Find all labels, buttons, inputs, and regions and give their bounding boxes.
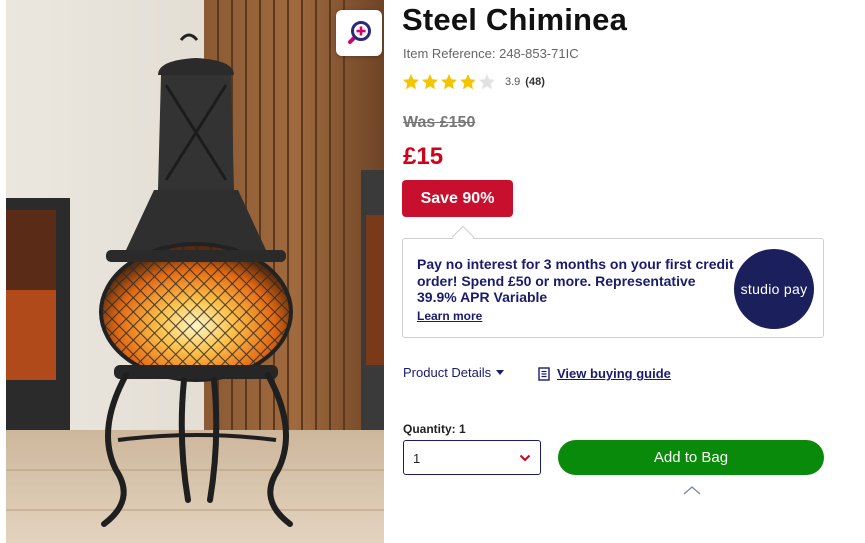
product-rating[interactable]: 3.9 (48)	[402, 73, 545, 91]
credit-promo-box: Pay no interest for 3 months on your fir…	[402, 238, 824, 338]
star-icon	[422, 74, 438, 90]
rating-count[interactable]: (48)	[525, 76, 545, 88]
product-details-label: Product Details	[403, 365, 492, 380]
star-icon	[460, 74, 476, 90]
studio-pay-logo: studio pay	[734, 249, 814, 329]
quantity-label: Quantity: 1	[403, 422, 466, 436]
star-icon	[479, 74, 495, 90]
zoom-in-icon	[348, 21, 371, 44]
add-to-bag-button[interactable]: Add to Bag	[558, 440, 824, 475]
product-details-toggle[interactable]: Product Details	[403, 365, 505, 380]
buying-guide-label: View buying guide	[557, 366, 671, 381]
rating-value: 3.9	[505, 76, 521, 88]
rating-stars	[402, 73, 497, 91]
book-icon	[538, 366, 550, 381]
chevron-up-icon[interactable]	[682, 484, 702, 496]
quantity-select[interactable]: 1	[403, 440, 541, 475]
was-price: Was £150	[403, 114, 476, 131]
chiminea-photo	[6, 0, 384, 543]
product-image[interactable]	[6, 0, 384, 543]
current-price: £15	[403, 143, 444, 170]
learn-more-link[interactable]: Learn more	[417, 309, 482, 323]
chevron-down-icon	[519, 454, 531, 462]
save-badge: Save 90%	[402, 180, 513, 217]
item-reference: Item Reference: 248-853-71IC	[403, 46, 579, 61]
product-title: Steel Chiminea	[402, 2, 628, 37]
star-icon	[441, 74, 457, 90]
buying-guide-link[interactable]: View buying guide	[538, 366, 671, 381]
promo-text: Pay no interest for 3 months on your fir…	[417, 256, 734, 305]
quantity-value: 1	[413, 451, 421, 466]
caret-down-icon	[496, 370, 505, 375]
star-icon	[403, 74, 419, 90]
zoom-button[interactable]	[336, 10, 382, 56]
